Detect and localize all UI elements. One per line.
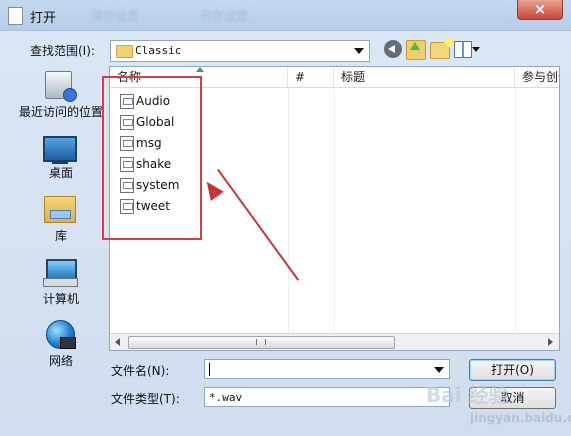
sidebar-item-recent-places[interactable]: 最近访问的位置 bbox=[14, 65, 108, 121]
look-in-dropdown[interactable]: Classic bbox=[110, 40, 370, 62]
sidebar-item-label: 库 bbox=[54, 229, 67, 243]
file-name-label: 文件名(N): bbox=[111, 364, 170, 378]
sort-ascending-icon bbox=[196, 67, 204, 72]
current-folder: Classic bbox=[135, 44, 182, 57]
scroll-left-icon[interactable] bbox=[110, 334, 127, 350]
chevron-down-icon[interactable] bbox=[354, 48, 364, 54]
file-name-input[interactable] bbox=[204, 359, 450, 379]
places-bar: 最近访问的位置 桌面 库 计算机 网络 bbox=[14, 65, 108, 368]
document-icon bbox=[8, 7, 23, 25]
library-icon bbox=[44, 196, 76, 223]
watermark-url: jingyan.baidu.com bbox=[470, 411, 571, 425]
up-folder-icon[interactable] bbox=[406, 40, 426, 60]
sidebar-item-label: 最近访问的位置 bbox=[18, 105, 103, 119]
red-highlight-box bbox=[102, 76, 202, 240]
look-in-label: 查找范围(I): bbox=[30, 44, 95, 58]
sidebar-item-library[interactable]: 库 bbox=[14, 191, 108, 243]
sidebar-item-label: 网络 bbox=[48, 354, 73, 368]
blurred-tab-save-settings: 保存设置 bbox=[91, 9, 140, 23]
column-header-number[interactable]: # bbox=[288, 67, 334, 87]
scrollbar-thumb[interactable] bbox=[128, 336, 395, 349]
computer-icon bbox=[43, 259, 78, 287]
column-header-title[interactable]: 标题 bbox=[334, 67, 515, 87]
scrollbar-grip-icon bbox=[256, 339, 266, 345]
text-caret bbox=[209, 363, 210, 376]
chevron-down-icon[interactable] bbox=[434, 367, 444, 373]
open-button[interactable]: 打开(O) bbox=[469, 359, 556, 381]
horizontal-scrollbar[interactable] bbox=[110, 333, 559, 350]
recent-places-icon bbox=[45, 71, 77, 102]
title-bar: 打开 保存设置 另存设置 × bbox=[0, 0, 571, 31]
column-header-contributing-artist[interactable]: 参与创作 bbox=[515, 67, 559, 87]
file-type-label: 文件类型(T): bbox=[111, 392, 180, 406]
sidebar-item-desktop[interactable]: 桌面 bbox=[14, 132, 108, 180]
file-type-select[interactable]: *.wav bbox=[204, 387, 450, 407]
window-title: 打开 bbox=[30, 11, 57, 26]
folder-icon bbox=[116, 45, 133, 58]
view-menu-icon[interactable] bbox=[454, 41, 472, 58]
blurred-tab-save-as-settings: 另存设置 bbox=[200, 9, 249, 23]
new-folder-icon[interactable] bbox=[430, 42, 450, 59]
file-type-value: *.wav bbox=[209, 391, 243, 404]
sidebar-item-computer[interactable]: 计算机 bbox=[14, 255, 108, 306]
sidebar-item-label: 计算机 bbox=[42, 292, 79, 306]
sidebar-item-label: 桌面 bbox=[48, 166, 73, 180]
back-icon[interactable] bbox=[384, 40, 402, 58]
network-icon bbox=[46, 320, 76, 349]
sidebar-item-network[interactable]: 网络 bbox=[14, 317, 108, 368]
desktop-icon bbox=[43, 136, 77, 164]
open-file-dialog: 打开 保存设置 另存设置 × 查找范围(I): Classic 最近访问的位置 … bbox=[0, 0, 571, 436]
close-button[interactable]: × bbox=[517, 0, 563, 20]
scroll-right-icon[interactable] bbox=[542, 334, 559, 350]
view-menu-arrow-icon[interactable] bbox=[472, 47, 480, 52]
